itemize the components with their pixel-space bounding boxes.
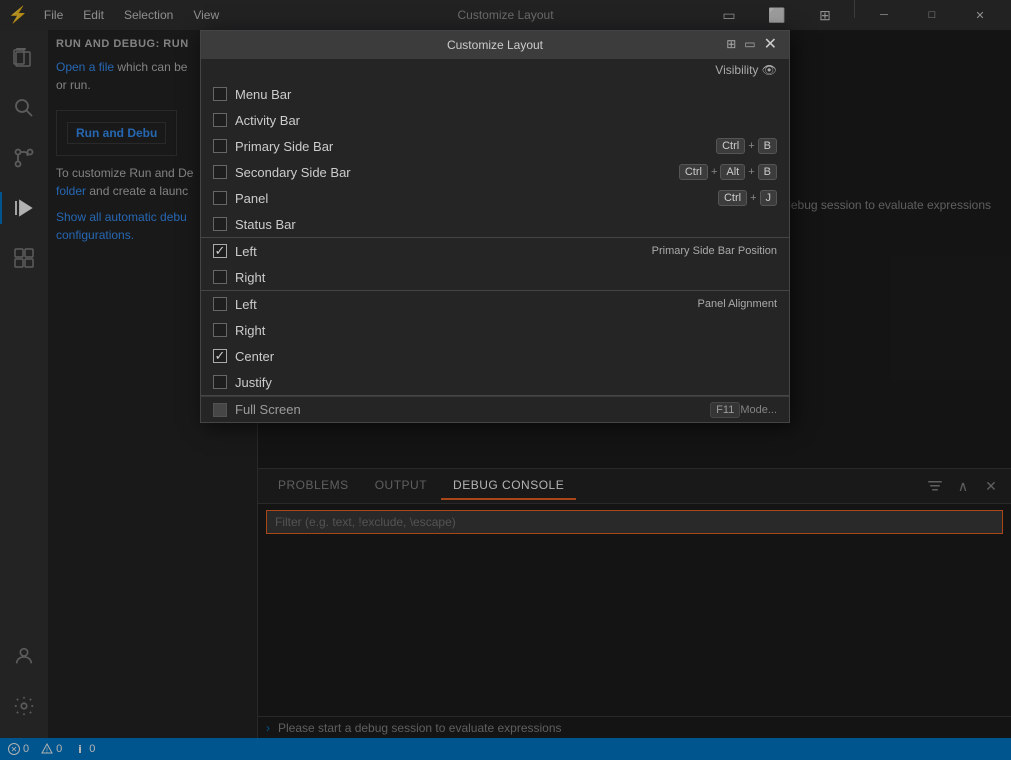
label-primary-sidebar: Primary Side Bar <box>235 139 716 154</box>
checkbox-align-right[interactable] <box>213 323 227 337</box>
kbd-f11: F11 <box>710 402 740 418</box>
checkbox-align-center[interactable]: ✓ <box>213 349 227 363</box>
label-bottom-mode: Full Screen <box>235 402 710 417</box>
kbd-ctrl2: Ctrl <box>679 164 708 180</box>
row-menu-bar[interactable]: Menu Bar <box>201 81 789 107</box>
check-left: ✓ <box>215 243 226 259</box>
row-align-justify[interactable]: Justify <box>201 369 789 395</box>
kbd-ctrl: Ctrl <box>716 138 745 154</box>
checkbox-primary-sidebar[interactable] <box>213 139 227 153</box>
label-secondary-sidebar: Secondary Side Bar <box>235 165 679 180</box>
popup-title-actions: ⊞ ▭ ✕ <box>589 37 777 53</box>
panel-alignment-section: Left Panel Alignment Right ✓ Center Just… <box>201 291 789 396</box>
label-menu-bar: Menu Bar <box>235 87 777 102</box>
row-secondary-sidebar[interactable]: Secondary Side Bar Ctrl + Alt + B <box>201 159 789 185</box>
checkbox-bottom-mode[interactable] <box>213 403 227 417</box>
shortcut-bottom-mode: F11 <box>710 402 740 418</box>
label-left-position: Left <box>235 244 652 259</box>
checkbox-align-justify[interactable] <box>213 375 227 389</box>
kbd-plus1: + <box>748 140 754 152</box>
checkbox-activity-bar[interactable] <box>213 113 227 127</box>
kbd-b: B <box>758 138 777 154</box>
panel-alignment-label: Panel Alignment <box>698 298 778 310</box>
row-primary-sidebar[interactable]: Primary Side Bar Ctrl + B <box>201 133 789 159</box>
row-activity-bar[interactable]: Activity Bar <box>201 107 789 133</box>
kbd-alt: Alt <box>720 164 745 180</box>
label-align-left: Left <box>235 297 698 312</box>
label-align-center: Center <box>235 349 777 364</box>
popup-layout-icon2[interactable]: ▭ <box>744 37 755 53</box>
primary-sidebar-position-label: Primary Side Bar Position <box>652 245 777 257</box>
label-align-right: Right <box>235 323 777 338</box>
checkbox-align-left[interactable] <box>213 297 227 311</box>
row-left-position[interactable]: ✓ Left Primary Side Bar Position <box>201 238 789 264</box>
kbd-b2: B <box>758 164 777 180</box>
visibility-section: Menu Bar Activity Bar Primary Side Bar C… <box>201 81 789 238</box>
label-align-justify: Justify <box>235 375 777 390</box>
kbd-plus4: + <box>750 192 756 204</box>
checkbox-status-bar[interactable] <box>213 217 227 231</box>
row-align-right[interactable]: Right <box>201 317 789 343</box>
check-center: ✓ <box>215 348 226 364</box>
row-align-left[interactable]: Left Panel Alignment <box>201 291 789 317</box>
checkbox-menu-bar[interactable] <box>213 87 227 101</box>
row-panel[interactable]: Panel Ctrl + J <box>201 185 789 211</box>
label-status-bar: Status Bar <box>235 217 777 232</box>
popup-close-btn[interactable]: ✕ <box>764 37 777 53</box>
shortcut-panel: Ctrl + J <box>718 190 777 206</box>
label-panel: Panel <box>235 191 718 206</box>
checkbox-left-position[interactable]: ✓ <box>213 244 227 258</box>
shortcut-primary-sidebar: Ctrl + B <box>716 138 777 154</box>
label-right-position: Right <box>235 270 777 285</box>
kbd-j: J <box>760 190 778 206</box>
visibility-header: Visibility 👁 <box>201 59 789 81</box>
checkbox-panel[interactable] <box>213 191 227 205</box>
kbd-plus2: + <box>711 166 717 178</box>
shortcut-secondary-sidebar: Ctrl + Alt + B <box>679 164 777 180</box>
kbd-plus3: + <box>748 166 754 178</box>
popup-layout-icon1[interactable]: ⊞ <box>726 37 736 53</box>
visibility-label: Visibility 👁 <box>715 63 777 77</box>
row-bottom-mode[interactable]: Full Screen F11 Mode... <box>201 396 789 422</box>
customize-layout-popup: Customize Layout ⊞ ▭ ✕ Visibility 👁 Menu… <box>200 30 790 423</box>
popup-title: Customize Layout <box>401 38 589 52</box>
kbd-ctrl3: Ctrl <box>718 190 747 206</box>
mode-label: Mode... <box>740 404 777 416</box>
row-align-center[interactable]: ✓ Center <box>201 343 789 369</box>
popup-title-bar: Customize Layout ⊞ ▭ ✕ <box>201 31 789 59</box>
checkbox-secondary-sidebar[interactable] <box>213 165 227 179</box>
checkbox-right-position[interactable] <box>213 270 227 284</box>
row-status-bar[interactable]: Status Bar <box>201 211 789 237</box>
primary-sidebar-position-section: ✓ Left Primary Side Bar Position Right <box>201 238 789 291</box>
label-activity-bar: Activity Bar <box>235 113 777 128</box>
row-right-position[interactable]: Right <box>201 264 789 290</box>
